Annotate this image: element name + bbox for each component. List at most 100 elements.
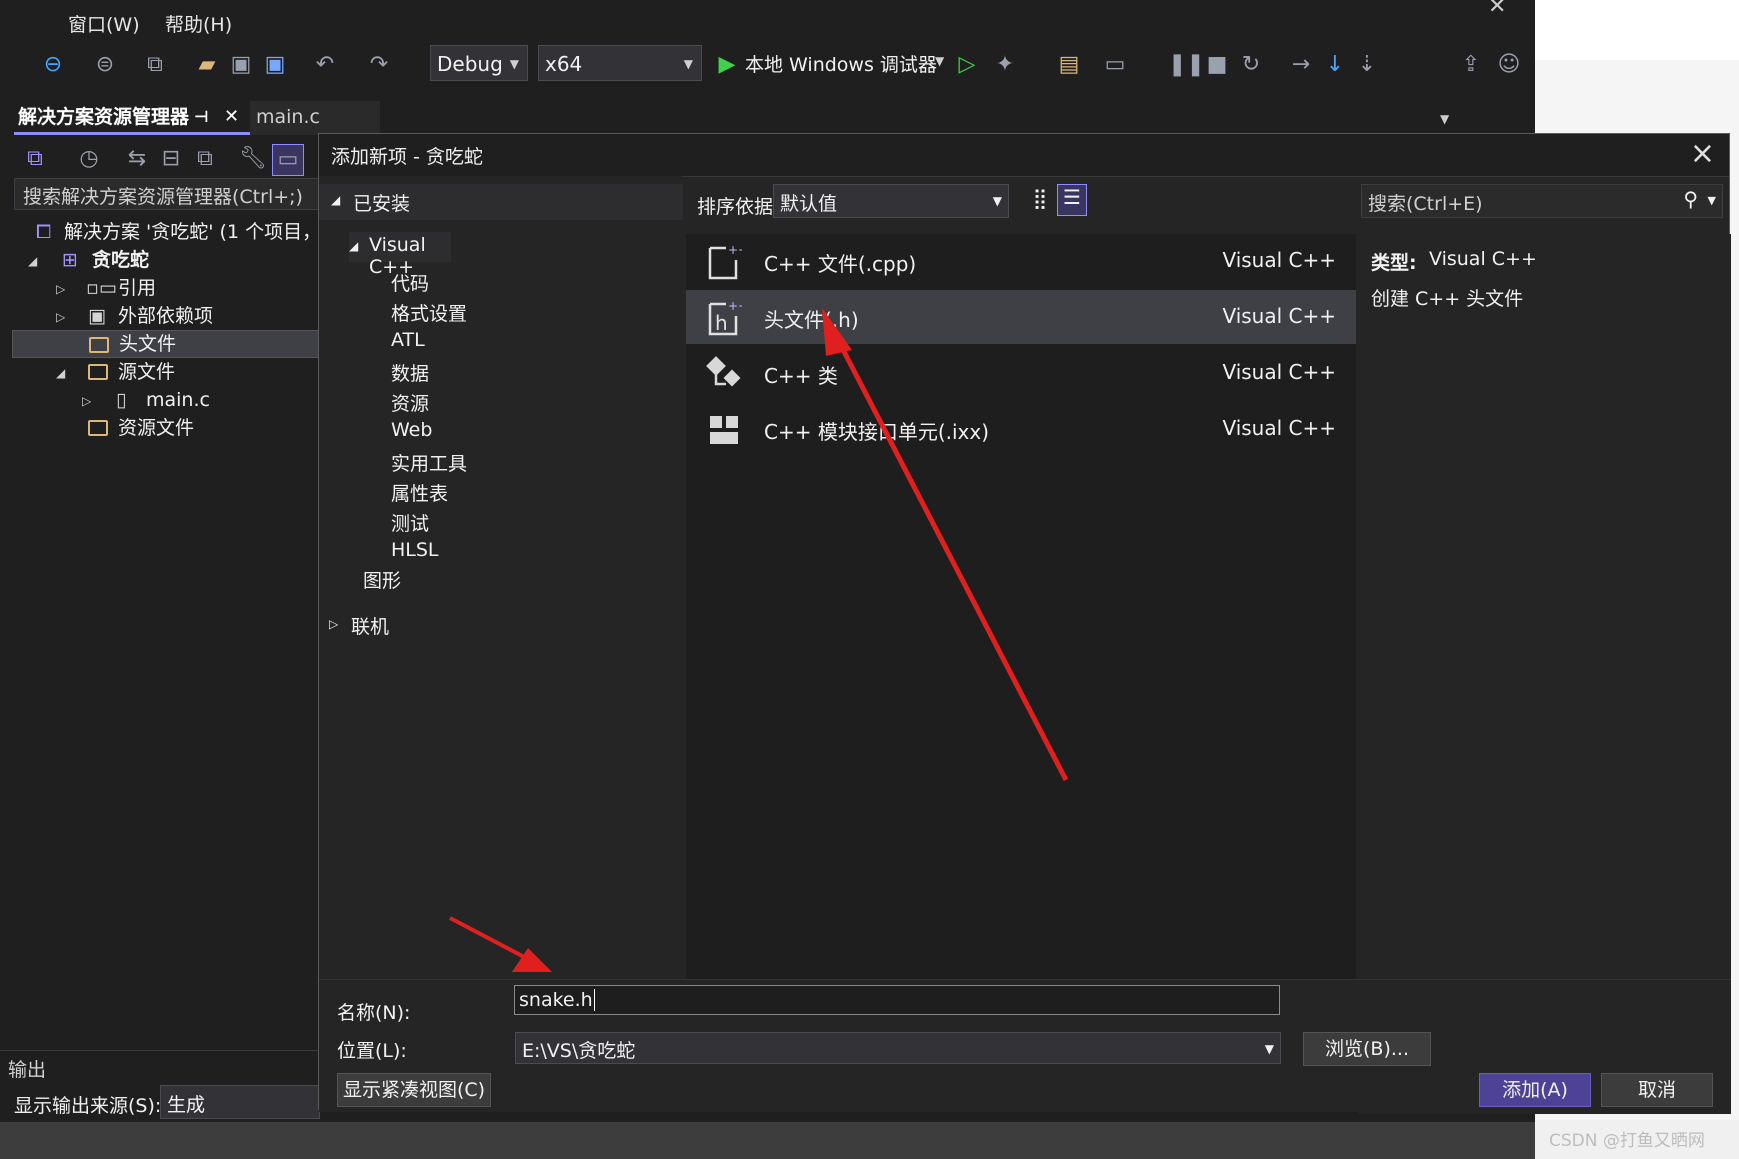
template-item-cpp[interactable]: ++ C++ 文件(.cpp) Visual C++ (686, 234, 1356, 288)
template-item-header[interactable]: h++ 头文件(.h) Visual C++ (686, 290, 1356, 344)
category-item[interactable]: 格式设置 (391, 299, 467, 326)
tab-main-c[interactable]: main.c (250, 101, 380, 135)
step-into-icon[interactable]: ↓ (1320, 50, 1350, 80)
tree-references[interactable]: ▷ ▫▭ 引用 (0, 274, 320, 302)
compact-view-button[interactable]: 显示紧凑视图(C) (337, 1073, 491, 1107)
grid-view-icon[interactable]: ⣿ (1025, 186, 1055, 216)
window-close-icon[interactable]: ✕ (1488, 0, 1506, 19)
preview-icon[interactable]: ▭ (272, 144, 304, 176)
expand-right-icon[interactable]: ▷ (56, 275, 65, 302)
platform-select[interactable]: x64 ▼ (538, 45, 702, 81)
chevron-down-icon[interactable]: ▼ (935, 54, 944, 68)
start-debugger-button[interactable]: 本地 Windows 调试器 (745, 50, 937, 77)
restart-icon[interactable]: ↻ (1236, 50, 1266, 80)
cancel-button[interactable]: 取消 (1601, 1073, 1713, 1107)
category-visual-cpp[interactable]: ◢ Visual C++ (349, 232, 451, 278)
list-view-icon[interactable]: ☰ (1057, 184, 1087, 216)
category-item[interactable]: 属性表 (391, 479, 448, 506)
dialog-search-input[interactable]: 搜索(Ctrl+E) ⚲ ▼ (1361, 184, 1723, 218)
pause-icon[interactable]: ❚❚ (1168, 50, 1205, 80)
hot-reload-icon[interactable]: ✦ (990, 50, 1020, 80)
undo-icon[interactable]: ↶ (310, 50, 340, 80)
chevron-down-icon[interactable]: ▼ (1440, 112, 1449, 126)
pin-icon[interactable]: ⊣ (194, 101, 209, 133)
template-item-lang: Visual C++ (1222, 304, 1336, 328)
vs-icon[interactable]: ⧉ (20, 144, 50, 174)
tab-label: 解决方案资源管理器 (18, 106, 190, 128)
wrench-icon[interactable]: 🔧︎ (238, 144, 268, 174)
module-icon (710, 416, 738, 444)
category-item[interactable]: 代码 (391, 269, 429, 296)
expand-right-icon: ▷ (329, 617, 339, 631)
tree-project[interactable]: ◢ ⊞ 贪吃蛇 (0, 246, 320, 274)
stop-icon[interactable]: ■ (1202, 50, 1232, 80)
tab-solution-explorer[interactable]: 解决方案资源管理器 ⊣ ✕ (14, 101, 250, 135)
category-item[interactable]: ATL (391, 329, 425, 351)
tree-header-files[interactable]: 头文件 (12, 330, 320, 358)
menu-help[interactable]: 帮助(H) (165, 10, 232, 37)
back-icon[interactable]: ⊖ (38, 50, 68, 80)
expand-right-icon[interactable]: ▷ (82, 387, 91, 414)
category-item[interactable]: 测试 (391, 509, 429, 536)
template-item-class[interactable]: C++ 类 Visual C++ (686, 346, 1356, 400)
category-item[interactable]: 资源 (391, 389, 429, 416)
sort-label: 排序依据: (697, 196, 780, 218)
expand-down-icon[interactable]: ◢ (28, 247, 37, 274)
folder-browse-icon[interactable]: ▤ (1054, 50, 1084, 80)
template-item-name: 头文件(.h) (764, 308, 859, 332)
close-icon[interactable]: ✕ (224, 101, 239, 133)
save-all-icon[interactable]: ▣ (260, 50, 290, 80)
redo-icon[interactable]: ↷ (364, 50, 394, 80)
tree-external-deps[interactable]: ▷ ▣ 外部依赖项 (0, 302, 320, 330)
template-item-module[interactable]: C++ 模块接口单元(.ixx) Visual C++ (686, 402, 1356, 456)
step-over-icon[interactable]: → (1286, 50, 1316, 80)
menu-window[interactable]: 窗口(W) (68, 10, 140, 37)
output-source-select[interactable]: 生成 (160, 1085, 320, 1119)
save-icon[interactable]: ▣ (226, 50, 256, 80)
location-select[interactable]: E:\VS\贪吃蛇 ▼ (515, 1032, 1281, 1064)
status-bar (0, 1122, 1535, 1159)
tree-resource-files[interactable]: 资源文件 (0, 414, 320, 442)
category-graphics[interactable]: 图形 (363, 566, 401, 593)
add-new-item-dialog: 添加新项 - 贪吃蛇 × ◢ 已安装 ◢ Visual C++ 代码 格式设置 AT… (318, 133, 1731, 1114)
chevron-down-icon: ▼ (683, 57, 693, 71)
location-value: E:\VS\贪吃蛇 (522, 1040, 636, 1062)
new-project-icon[interactable]: ⧉ (140, 50, 170, 80)
explorer-search-placeholder: 搜索解决方案资源管理器(Ctrl+;) (23, 186, 303, 208)
name-input-field[interactable]: snake.h (514, 985, 1280, 1015)
tree-main-c[interactable]: ▷ ▯ main.c (0, 386, 320, 414)
expand-down-icon[interactable]: ◢ (56, 359, 65, 386)
cpp-file-icon: ++ (708, 243, 742, 280)
chevron-down-icon: ▼ (1264, 1042, 1274, 1056)
config-select[interactable]: Debug ▼ (430, 45, 528, 81)
category-item[interactable]: 数据 (391, 359, 429, 386)
tree-solution[interactable]: ⧠ 解决方案 '贪吃蛇' (1 个项目，共 (0, 218, 320, 246)
sync-icon[interactable]: ⇆ (122, 144, 152, 174)
collapse-icon[interactable]: ⊟ (156, 144, 186, 174)
installed-header[interactable]: ◢ 已安装 (319, 184, 683, 220)
close-icon[interactable]: × (1690, 136, 1715, 171)
tree-source-files[interactable]: ◢ 源文件 (0, 358, 320, 386)
category-item[interactable]: 实用工具 (391, 449, 467, 476)
solution-explorer: 解决方案资源管理器 ⊣ ✕ main.c ▼ ⧉ ◷ ⇆ ⊟ ⧉ 🔧︎ ▭ 搜索… (0, 92, 1449, 1123)
desc-type-value: Visual C++ (1429, 248, 1537, 270)
step-out-icon[interactable]: ⇣ (1352, 50, 1382, 80)
category-item[interactable]: HLSL (391, 539, 439, 561)
play-icon[interactable]: ▶ (712, 50, 742, 80)
open-folder-icon[interactable]: ▰ (192, 50, 222, 80)
browse-button[interactable]: 浏览(B)... (1303, 1032, 1431, 1066)
feedback-icon[interactable]: ☺ (1494, 50, 1524, 80)
menu-bar: 窗口(W) 帮助(H) ✕ (0, 0, 1535, 42)
window-layout-icon[interactable]: ▭ (1100, 50, 1130, 80)
copy-icon[interactable]: ⧉ (190, 144, 220, 174)
explorer-search-input[interactable]: 搜索解决方案资源管理器(Ctrl+;) (14, 178, 320, 210)
forward-icon[interactable]: ⊜ (90, 50, 120, 80)
watermark: CSDN @打鱼又晒网 (1549, 1131, 1705, 1151)
expand-right-icon[interactable]: ▷ (56, 303, 65, 330)
sort-select[interactable]: 默认值 ▼ (773, 184, 1009, 218)
history-icon[interactable]: ◷ (74, 144, 104, 174)
category-item[interactable]: Web (391, 419, 432, 441)
share-icon[interactable]: ⇪ (1456, 50, 1486, 80)
run-without-debug-icon[interactable]: ▷ (952, 50, 982, 80)
add-button[interactable]: 添加(A) (1479, 1073, 1591, 1107)
